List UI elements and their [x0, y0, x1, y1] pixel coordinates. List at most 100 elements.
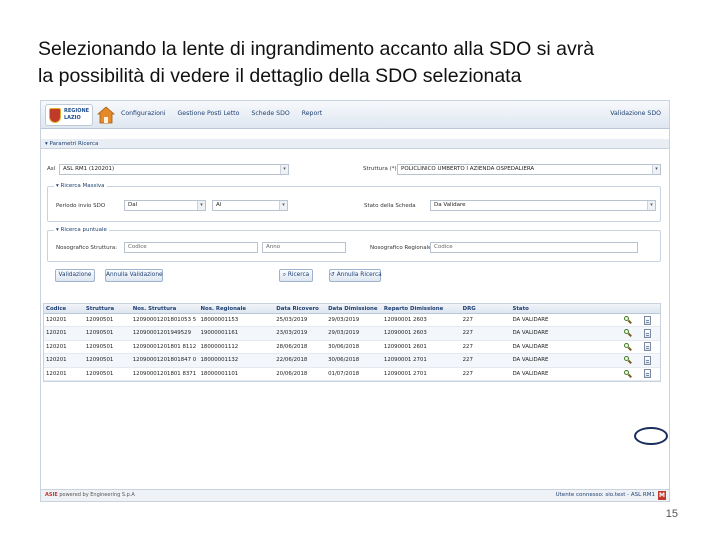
cell-data-dimissione: 01/07/2018	[328, 370, 360, 377]
annulla-validazione-button-label: Annulla Validazione	[106, 272, 163, 278]
cell-reparto-dimissione: 12090001 2701	[383, 370, 427, 377]
ricerca-puntuale-legend[interactable]: ▾ Ricerca puntuale	[54, 227, 109, 233]
document-button[interactable]	[642, 354, 660, 366]
magnifier-icon[interactable]	[624, 356, 633, 364]
cell-stato: DA VALIDARE	[512, 370, 549, 377]
col-header-data-ricovero[interactable]: Data Ricovero	[274, 304, 326, 313]
asl-label: Asl	[47, 166, 56, 172]
chevron-down-icon: ▾	[279, 201, 287, 210]
struttura-select[interactable]: POLICLINICO UMBERTO I AZIENDA OSPEDALIER…	[397, 164, 661, 175]
periodo-label: Periodo invio SDO	[56, 203, 106, 209]
nav-validazione-sdo[interactable]: Validazione SDO	[610, 110, 661, 117]
codice-struttura-input[interactable]: Codice	[124, 242, 258, 253]
document-icon[interactable]	[644, 328, 652, 338]
nav-gestione-posti-letto[interactable]: Gestione Posti Letto	[178, 110, 240, 117]
col-header-empty	[594, 304, 622, 313]
table-row[interactable]: 120201 12090501 12090001201801 8112 1800000…	[44, 341, 660, 355]
codice-regionale-input[interactable]: Codice	[430, 242, 638, 253]
table-row[interactable]: 120201 12090501 12090001201801 8371 1800000…	[44, 368, 660, 381]
col-header-codice[interactable]: Codice	[44, 304, 84, 313]
cell-nos-regionale: 19000001161	[200, 330, 239, 337]
col-header-struttura[interactable]: Struttura	[84, 304, 131, 313]
ricerca-massiva-box: ▾ Ricerca Massiva Periodo invio SDO Dal …	[47, 183, 661, 222]
view-detail-button[interactable]	[622, 341, 642, 353]
view-detail-button[interactable]	[622, 354, 642, 366]
stato-value: Da Validare	[434, 202, 466, 208]
slide-text-line-2: la possibilità di vedere il dettaglio de…	[38, 65, 522, 87]
stato-label: Stato della Scheda	[364, 203, 416, 209]
al-select[interactable]: Al ▾	[212, 200, 288, 211]
cell-data-ricovero: 23/03/2019	[276, 330, 308, 337]
document-icon[interactable]	[644, 369, 652, 379]
annulla-ricerca-button[interactable]: ↺ Annulla Ricerca	[329, 269, 382, 282]
view-detail-button[interactable]	[622, 314, 642, 326]
table-row[interactable]: 120201 12090501 12090001201801847 0 1800000…	[44, 354, 660, 368]
table-row[interactable]: 120201 12090501 12090001201801053 5 1800000…	[44, 314, 660, 328]
chevron-down-icon: ▾	[647, 201, 655, 210]
connected-user: Utente connesso: sio.test - ASL RM1	[555, 492, 655, 498]
cell-struttura: 12090501	[85, 343, 114, 350]
chevron-down-icon: ▾	[652, 165, 660, 174]
shield-icon	[49, 108, 61, 123]
cell-stato: DA VALIDARE	[512, 330, 549, 337]
cell-nos-regionale: 18000001132	[200, 357, 239, 364]
cell-struttura: 12090501	[85, 370, 114, 377]
annulla-validazione-button[interactable]: Annulla Validazione	[105, 269, 163, 282]
footer-powered: powered by Engineering S.p.A	[59, 492, 135, 498]
cell-drg: 227	[462, 343, 473, 350]
nav-schede-sdo[interactable]: Schede SDO	[251, 110, 289, 117]
col-header-drg[interactable]: DRG	[461, 304, 511, 313]
col-header-dettaglio	[622, 304, 642, 313]
cell-codice: 120201	[46, 343, 67, 350]
cell-reparto-dimissione: 12090001 2701	[383, 357, 427, 364]
nav-report[interactable]: Report	[302, 110, 323, 117]
filters-section-title[interactable]: ▾ Parametri Ricerca	[41, 139, 669, 149]
anno-input[interactable]: Anno	[262, 242, 346, 253]
dal-select[interactable]: Dal ▾	[124, 200, 206, 211]
cell-empty	[594, 341, 622, 353]
cell-struttura: 12090501	[85, 317, 114, 323]
cell-empty	[594, 314, 622, 326]
nosografico-struttura-label: Nosografico Struttura:	[56, 245, 118, 251]
cell-reparto-dimissione: 12090001 2601	[383, 343, 427, 350]
view-detail-button[interactable]	[622, 368, 642, 380]
stato-select[interactable]: Da Validare ▾	[430, 200, 656, 211]
ricerca-massiva-legend[interactable]: ▾ Ricerca Massiva	[54, 183, 107, 189]
cell-nos-regionale: 18000001101	[200, 370, 239, 377]
ricerca-button[interactable]: ⌕ Ricerca	[279, 269, 313, 282]
validazione-button[interactable]: Validazione	[55, 269, 95, 282]
cell-nos-struttura: 12090001201949529	[132, 330, 192, 337]
table-row[interactable]: 120201 12090501 12090001201949529 190000011…	[44, 327, 660, 341]
document-icon[interactable]	[644, 342, 652, 352]
cell-codice: 120201	[46, 317, 67, 323]
asl-select[interactable]: ASL RM1 (120201) ▾	[59, 164, 289, 175]
logo-text-2: LAZIO	[64, 115, 81, 121]
col-header-stato[interactable]: Stato	[510, 304, 594, 313]
magnifier-icon[interactable]	[624, 316, 633, 324]
magnifier-icon[interactable]	[624, 342, 633, 351]
document-icon[interactable]	[644, 355, 652, 365]
document-icon[interactable]	[644, 315, 652, 325]
home-icon[interactable]	[97, 106, 115, 124]
cell-drg: 227	[462, 317, 473, 323]
col-header-nos-struttura[interactable]: Nos. Struttura	[131, 304, 199, 313]
cell-empty	[594, 354, 622, 366]
asl-value: ASL RM1 (120201)	[63, 166, 115, 172]
document-button[interactable]	[642, 327, 660, 339]
col-header-reparto-dimissione[interactable]: Reparto Dimissione	[382, 304, 461, 313]
nav-configurazioni[interactable]: Configurazioni	[121, 110, 166, 117]
view-detail-button[interactable]	[622, 327, 642, 339]
col-header-data-dimissione[interactable]: Data Dimissione	[326, 304, 382, 313]
logout-icon[interactable]: M	[658, 491, 666, 500]
magnifier-icon[interactable]	[624, 329, 633, 338]
document-button[interactable]	[642, 341, 660, 353]
undo-icon: ↺	[330, 272, 335, 278]
col-header-nos-regionale[interactable]: Nos. Regionale	[199, 304, 275, 313]
cell-codice: 120201	[46, 357, 67, 364]
document-button[interactable]	[642, 368, 660, 380]
cell-data-dimissione: 29/03/2019	[328, 330, 360, 337]
nosografico-regionale-label: Nosografico Regionale:	[370, 245, 434, 251]
document-button[interactable]	[642, 314, 660, 326]
magnifier-icon[interactable]	[624, 369, 633, 378]
cell-empty	[594, 368, 622, 380]
